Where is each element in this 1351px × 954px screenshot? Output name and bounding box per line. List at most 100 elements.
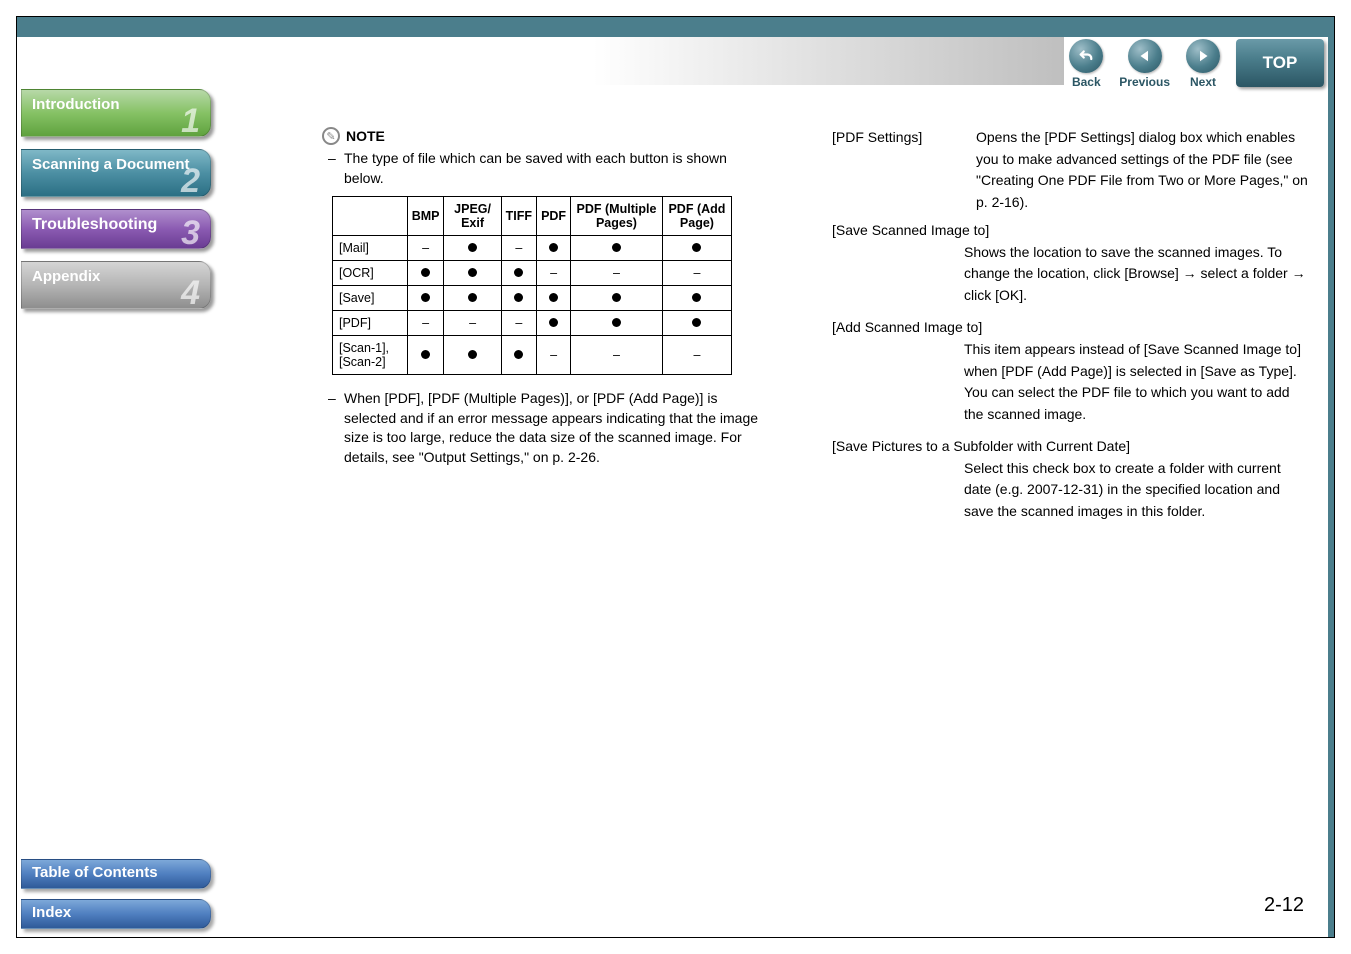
tab-number: 1 (181, 104, 200, 138)
sidebar: Introduction 1 Scanning a Document 2 Tro… (21, 89, 219, 321)
row-header: [Scan-1], [Scan-2] (333, 336, 408, 375)
table-row: [Scan-1], [Scan-2]––– (333, 336, 732, 375)
tab-label: Scanning a Document (32, 156, 190, 173)
next-label: Next (1190, 75, 1216, 89)
body-subfolder: Select this check box to create a folder… (964, 458, 1310, 523)
cell (407, 261, 444, 286)
dot-icon (421, 268, 430, 277)
undo-icon (1069, 39, 1103, 73)
back-button[interactable]: Back (1069, 39, 1103, 89)
term-save-to: [Save Scanned Image to] (832, 222, 1310, 238)
note-intro: – The type of file which can be saved wi… (328, 149, 762, 188)
pencil-icon: ✎ (322, 127, 340, 145)
dot-icon (421, 293, 430, 302)
previous-button[interactable]: Previous (1119, 39, 1170, 89)
cell: – (662, 261, 731, 286)
cell (501, 261, 536, 286)
term-add-to: [Add Scanned Image to] (832, 319, 1310, 335)
row-header: [Save] (333, 286, 408, 311)
tab-label: Troubleshooting (32, 216, 157, 233)
row-header: [Mail] (333, 236, 408, 261)
dot-icon (692, 243, 701, 252)
cell (571, 311, 663, 336)
cell: – (662, 336, 731, 375)
compat-tbody: [Mail]––[OCR]–––[Save][PDF]–––[Scan-1], … (333, 236, 732, 375)
dot-icon (549, 318, 558, 327)
note-post: – When [PDF], [PDF (Multiple Pages)], or… (328, 389, 762, 467)
cell: – (407, 236, 444, 261)
dot-icon (692, 318, 701, 327)
body-save-to: Shows the location to save the scanned i… (964, 242, 1310, 307)
cell (571, 286, 663, 311)
sidebar-tab-introduction[interactable]: Introduction 1 (21, 89, 211, 137)
note-header: ✎ NOTE (322, 127, 762, 145)
cell (571, 236, 663, 261)
cell: – (444, 311, 501, 336)
dot-icon (421, 350, 430, 359)
cell (407, 336, 444, 375)
body-pdf-settings: Opens the [PDF Settings] dialog box whic… (976, 127, 1310, 214)
term-pdf-settings: [PDF Settings] (832, 127, 952, 214)
cell (537, 311, 571, 336)
cell (662, 311, 731, 336)
tab-number: 2 (181, 164, 200, 198)
dot-icon (514, 350, 523, 359)
top-button[interactable]: TOP (1236, 39, 1324, 87)
cell (407, 286, 444, 311)
th-pdfa: PDF (Add Page) (662, 197, 731, 236)
note-post-text: When [PDF], [PDF (Multiple Pages)], or [… (344, 389, 762, 467)
row-header: [OCR] (333, 261, 408, 286)
sidebar-tab-troubleshooting[interactable]: Troubleshooting 3 (21, 209, 211, 249)
dot-icon (612, 318, 621, 327)
cell: – (571, 336, 663, 375)
right-border (1328, 17, 1334, 937)
cell (501, 336, 536, 375)
dot-icon (468, 293, 477, 302)
dot-icon (612, 293, 621, 302)
dot-icon (468, 243, 477, 252)
cell: – (537, 261, 571, 286)
sidebar-tab-appendix[interactable]: Appendix 4 (21, 261, 211, 309)
cell: – (571, 261, 663, 286)
table-row: [Mail]–– (333, 236, 732, 261)
cell (662, 286, 731, 311)
th-pdfm: PDF (Multiple Pages) (571, 197, 663, 236)
index-button[interactable]: Index (21, 899, 211, 929)
cell (444, 286, 501, 311)
def-pdf-settings: [PDF Settings] Opens the [PDF Settings] … (832, 127, 1310, 214)
tab-label: Appendix (32, 268, 100, 285)
dot-icon (514, 268, 523, 277)
body-add-to: This item appears instead of [Save Scann… (964, 339, 1310, 426)
page-frame: Back Previous Next TOP Introduction 1 Sc… (16, 16, 1335, 938)
next-button[interactable]: Next (1186, 39, 1220, 89)
tab-number: 3 (181, 216, 200, 250)
row-header: [PDF] (333, 311, 408, 336)
note-intro-text: The type of file which can be saved with… (344, 149, 762, 188)
cell (501, 286, 536, 311)
bottom-buttons: Table of Contents Index (21, 849, 219, 929)
th-tiff: TIFF (501, 197, 536, 236)
top-gradient-bar (17, 37, 1064, 85)
th-pdf: PDF (537, 197, 571, 236)
dot-icon (514, 293, 523, 302)
dot-icon (468, 268, 477, 277)
triangle-right-icon (1186, 39, 1220, 73)
content-area: ✎ NOTE – The type of file which can be s… (322, 127, 1310, 535)
cell: – (501, 311, 536, 336)
cell (444, 336, 501, 375)
back-label: Back (1072, 75, 1101, 89)
term-subfolder: [Save Pictures to a Subfolder with Curre… (832, 438, 1310, 454)
cell: – (407, 311, 444, 336)
toc-button[interactable]: Table of Contents (21, 859, 211, 889)
cell (537, 286, 571, 311)
th-blank (333, 197, 408, 236)
cell (444, 261, 501, 286)
top-teal-bar (17, 17, 1334, 37)
page-number: 2-12 (1264, 894, 1304, 917)
cell: – (501, 236, 536, 261)
table-row: [PDF]––– (333, 311, 732, 336)
right-column: [PDF Settings] Opens the [PDF Settings] … (832, 127, 1310, 535)
table-row: [OCR]––– (333, 261, 732, 286)
previous-label: Previous (1119, 75, 1170, 89)
sidebar-tab-scanning[interactable]: Scanning a Document 2 (21, 149, 211, 197)
